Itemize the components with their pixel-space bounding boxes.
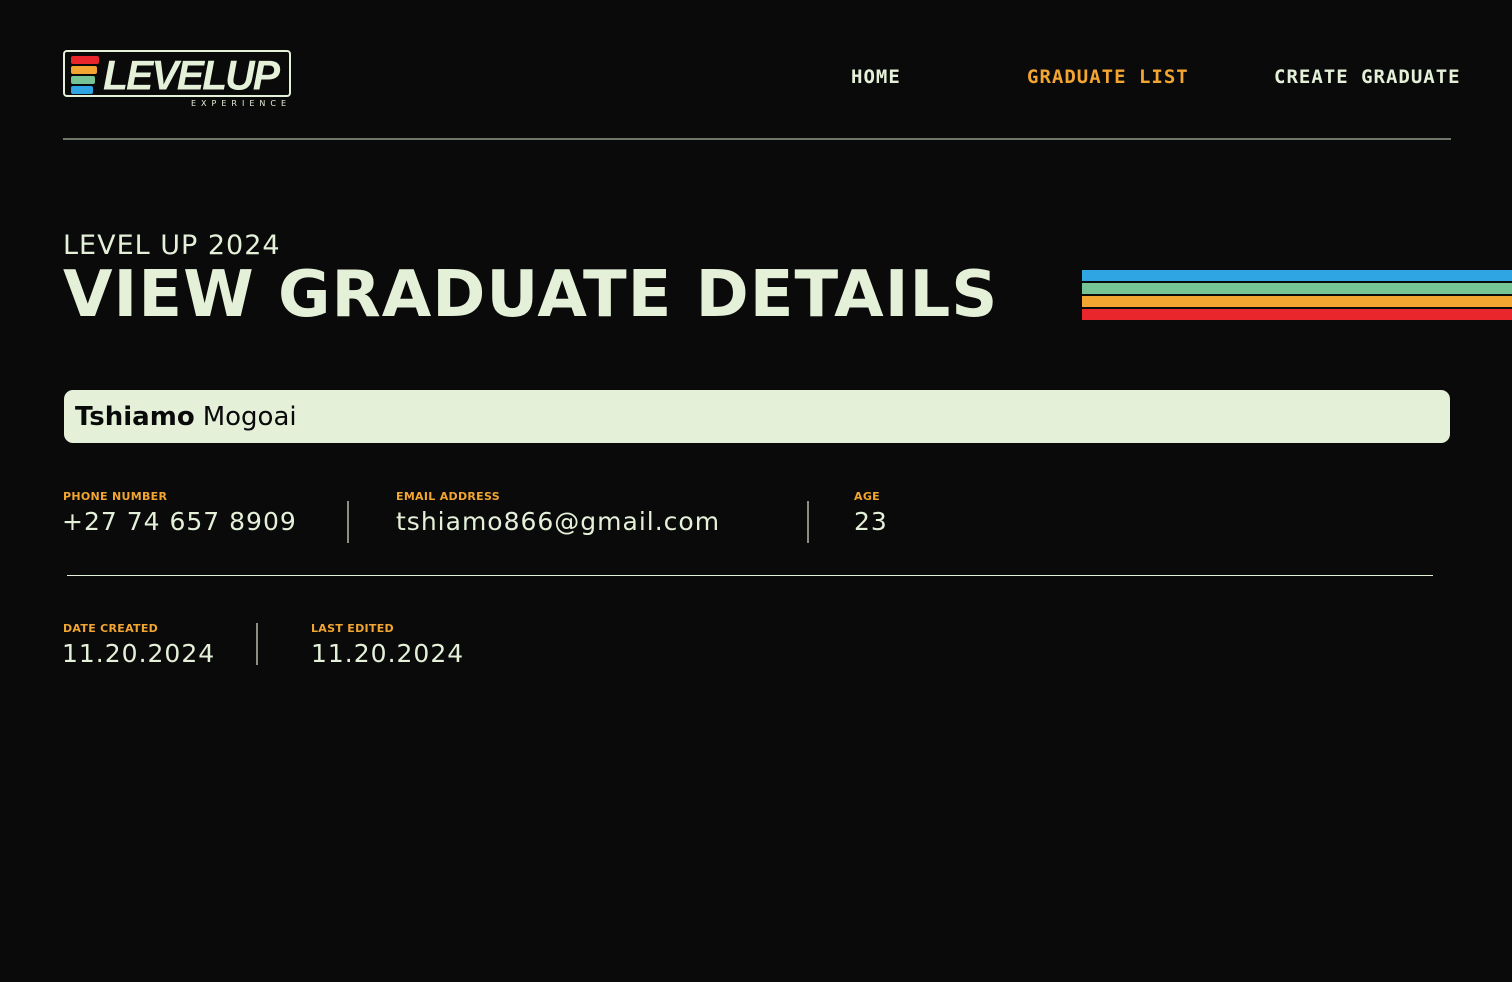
page: LEVELUP EXPERIENCE HOME GRADUATE LIST CR… bbox=[0, 0, 1512, 982]
phone-label: PHONE NUMBER bbox=[63, 490, 168, 503]
details-divider bbox=[67, 575, 1433, 576]
page-eyebrow: LEVEL UP 2024 bbox=[63, 230, 281, 261]
last-edited-value: 11.20.2024 bbox=[311, 639, 465, 668]
nav-graduate-list[interactable]: GRADUATE LIST bbox=[1027, 66, 1189, 88]
field-divider bbox=[347, 501, 349, 543]
graduate-name-bar: Tshiamo Mogoai bbox=[64, 390, 1450, 443]
logo-stripe bbox=[71, 56, 99, 64]
logo-wordmark: LEVELUP bbox=[103, 51, 280, 99]
logo-frame: LEVELUP bbox=[63, 50, 291, 97]
age-value: 23 bbox=[854, 507, 888, 536]
header-divider bbox=[63, 138, 1451, 140]
date-created-label: DATE CREATED bbox=[63, 622, 159, 635]
email-label: EMAIL ADDRESS bbox=[396, 490, 500, 503]
logo-stripe bbox=[71, 66, 97, 74]
field-divider bbox=[807, 501, 809, 543]
graduate-first-name: Tshiamo bbox=[75, 401, 195, 432]
phone-value: +27 74 657 8909 bbox=[62, 507, 297, 536]
heading-stripe bbox=[1082, 270, 1512, 281]
logo-stripe bbox=[71, 86, 93, 94]
heading-stripe bbox=[1082, 296, 1512, 307]
levelup-logo[interactable]: LEVELUP EXPERIENCE bbox=[63, 50, 291, 110]
logo-stripes-icon bbox=[71, 56, 105, 94]
heading-stripe bbox=[1082, 309, 1512, 320]
page-title: VIEW GRADUATE DETAILS bbox=[63, 258, 999, 332]
field-divider bbox=[256, 623, 258, 665]
logo-stripe bbox=[71, 76, 95, 84]
date-created-value: 11.20.2024 bbox=[62, 639, 216, 668]
nav-home[interactable]: HOME bbox=[851, 66, 901, 88]
heading-stripe bbox=[1082, 283, 1512, 294]
heading-stripes bbox=[1082, 270, 1512, 320]
email-value: tshiamo866@gmail.com bbox=[396, 507, 721, 536]
last-edited-label: LAST EDITED bbox=[311, 622, 394, 635]
logo-subtitle: EXPERIENCE bbox=[190, 99, 291, 108]
graduate-last-name: Mogoai bbox=[202, 401, 297, 432]
nav-create-graduate[interactable]: CREATE GRADUATE bbox=[1274, 66, 1461, 88]
age-label: AGE bbox=[854, 490, 880, 503]
